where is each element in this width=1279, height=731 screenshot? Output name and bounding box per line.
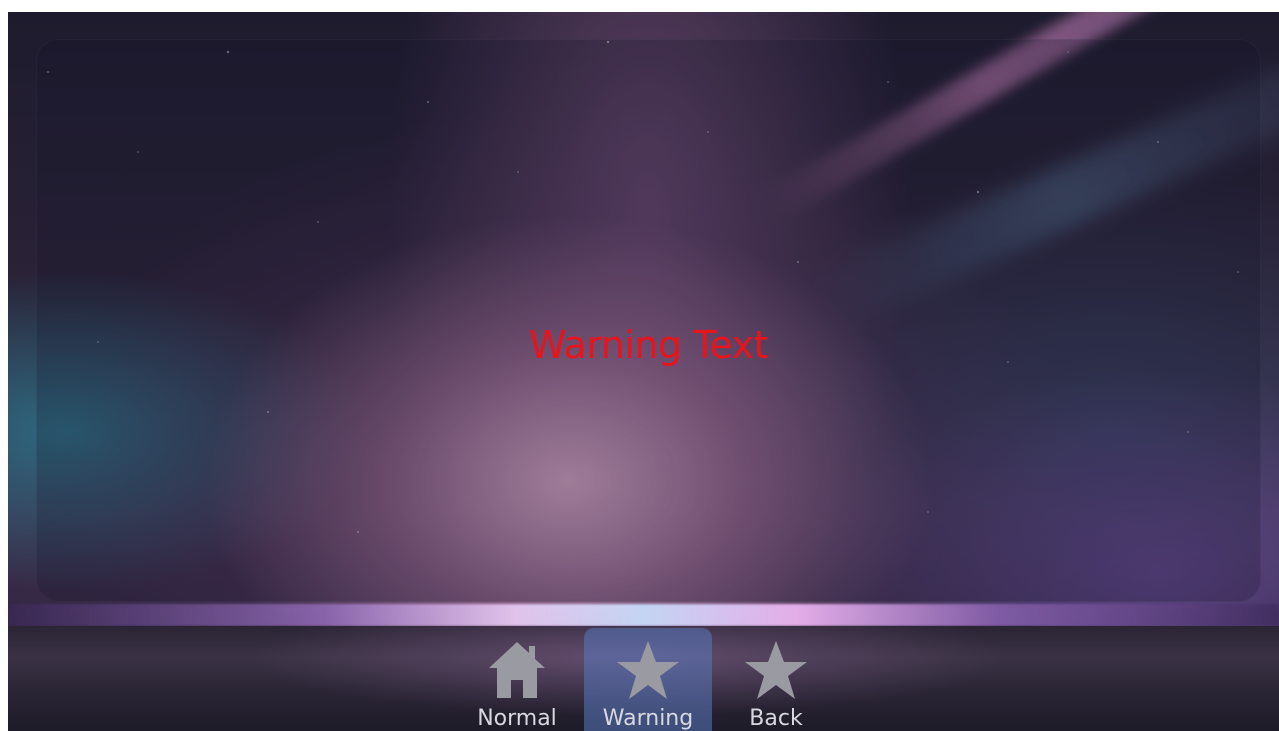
star-icon: [584, 638, 712, 699]
nav-item-warning[interactable]: Warning: [584, 628, 712, 731]
nav-label-warning: Warning: [602, 706, 694, 731]
nav-item-normal[interactable]: Normal: [453, 628, 581, 731]
nav-glow-divider: [8, 604, 1279, 626]
app-screen: Warning Text Normal Warning Back: [8, 12, 1279, 731]
home-icon: [453, 638, 581, 698]
nav-label-back: Back: [749, 706, 803, 731]
star-icon: [712, 638, 840, 699]
bottom-nav-bar: Normal Warning Back: [8, 626, 1279, 731]
content-panel: Warning Text: [36, 39, 1261, 602]
nav-label-normal: Normal: [477, 706, 557, 731]
warning-message: Warning Text: [528, 323, 769, 367]
nav-item-back[interactable]: Back: [712, 628, 840, 731]
